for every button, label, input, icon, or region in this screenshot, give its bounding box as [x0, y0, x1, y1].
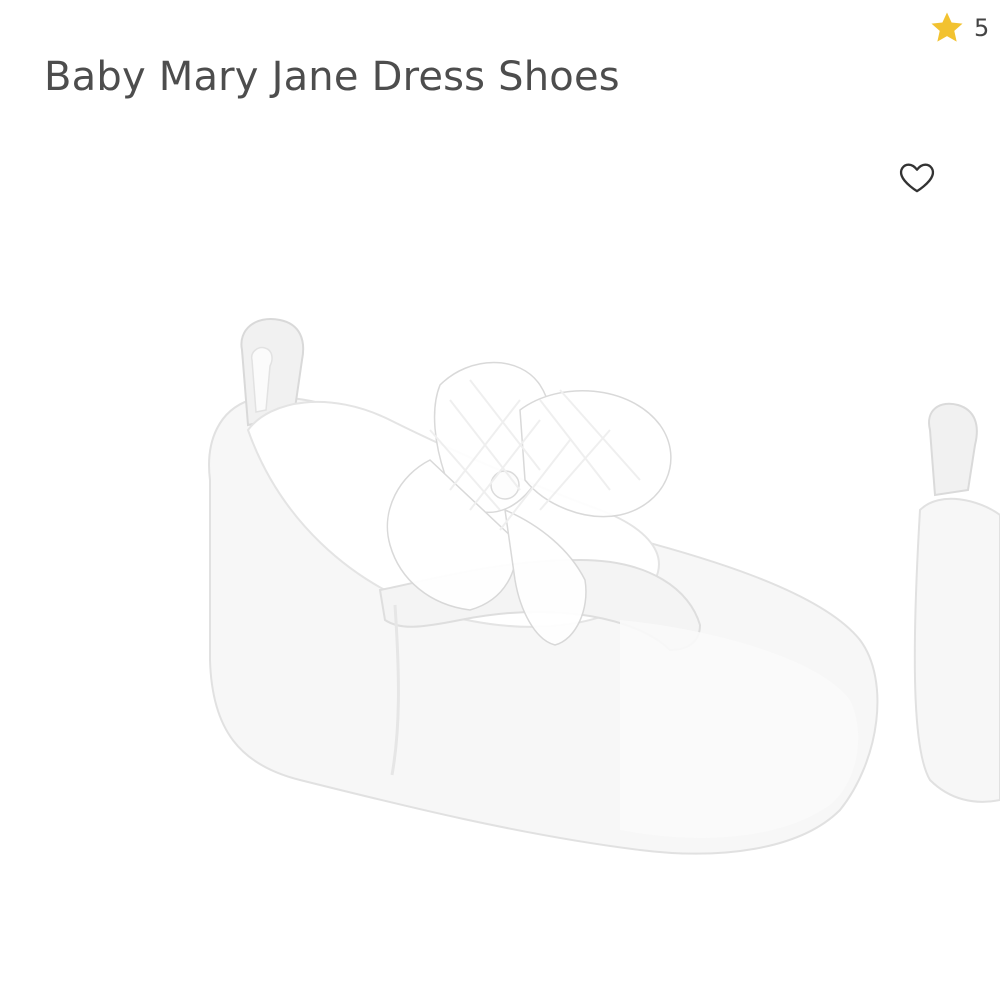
product-image[interactable]: [0, 260, 1000, 900]
rating-value: 5: [974, 14, 990, 42]
wishlist-button[interactable]: [896, 158, 938, 200]
heart-outline-icon: [897, 157, 937, 201]
second-shoe-partial: [913, 402, 1000, 803]
shoe-illustration: [208, 318, 879, 855]
product-title: Baby Mary Jane Dress Shoes: [44, 53, 620, 100]
star-icon: [928, 9, 966, 47]
product-rating[interactable]: 5: [928, 8, 989, 48]
